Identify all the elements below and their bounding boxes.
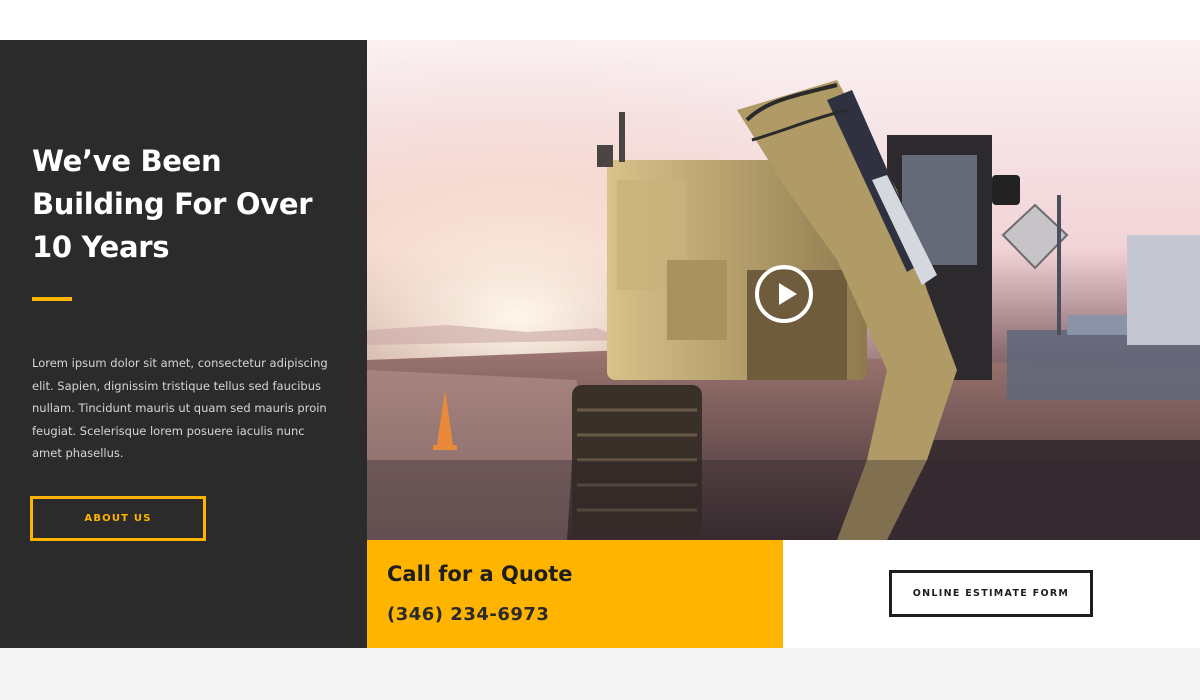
heading-line-1: We’ve Been <box>32 144 222 178</box>
heading-line-3: 10 Years <box>32 230 170 264</box>
call-for-quote-box: Call for a Quote (346) 234-6973 <box>367 540 783 648</box>
intro-paragraph: Lorem ipsum dolor sit amet, consectetur … <box>32 356 328 460</box>
quote-phone-link[interactable]: (346) 234-6973 <box>387 604 549 625</box>
about-us-button[interactable]: ABOUT US <box>30 496 206 541</box>
video-play-button[interactable] <box>755 265 813 323</box>
heading-accent-divider <box>32 297 72 301</box>
intro-heading: We’ve Been Building For Over 10 Years <box>32 140 352 269</box>
play-icon <box>779 283 797 305</box>
intro-panel: We’ve Been Building For Over 10 Years Lo… <box>0 40 367 648</box>
estimate-section: ONLINE ESTIMATE FORM <box>783 540 1200 648</box>
quote-title: Call for a Quote <box>387 562 573 586</box>
page-footer-band <box>0 648 1200 700</box>
online-estimate-form-button[interactable]: ONLINE ESTIMATE FORM <box>889 570 1093 617</box>
heading-line-2: Building For Over <box>32 187 313 221</box>
